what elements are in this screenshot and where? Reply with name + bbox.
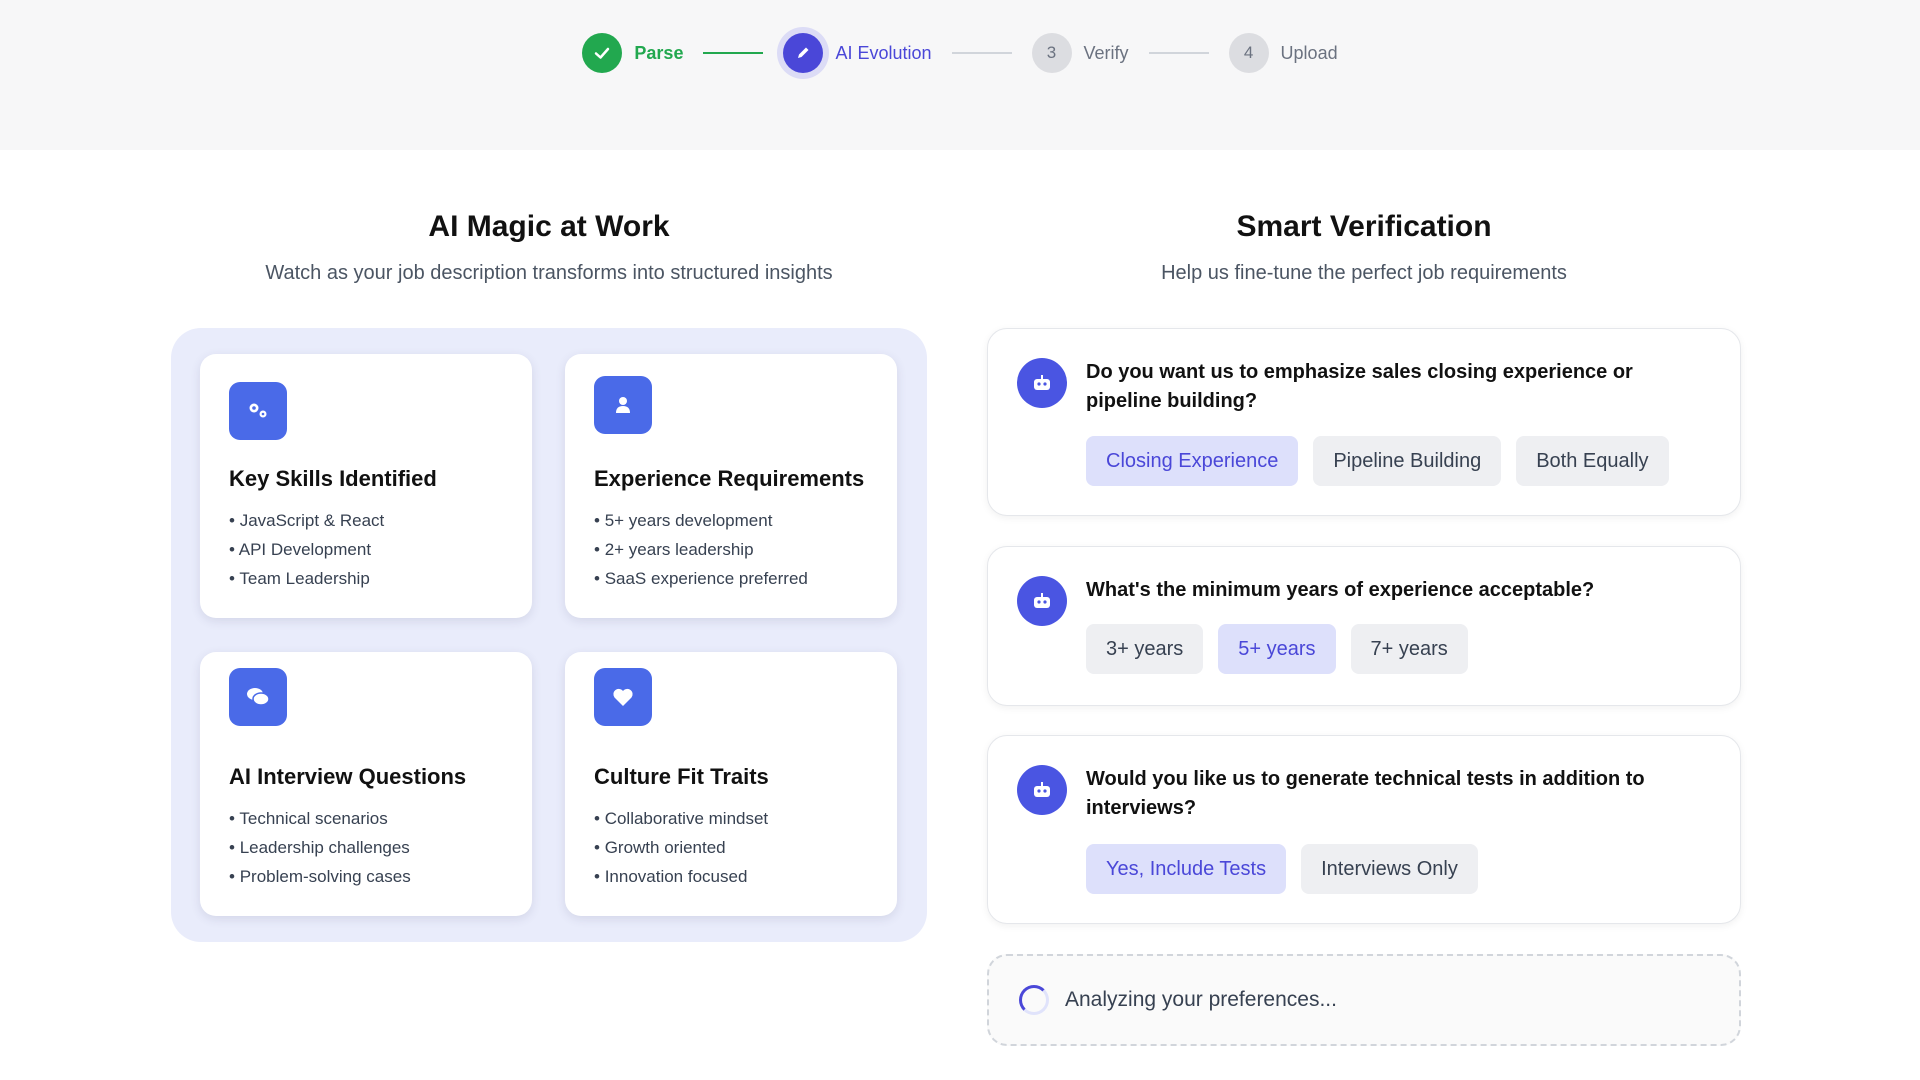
list-item: Technical scenarios [229, 804, 411, 833]
option-button[interactable]: 7+ years [1350, 624, 1468, 674]
option-group: 3+ years 5+ years 7+ years [1086, 624, 1468, 674]
question-text: Would you like us to generate technical … [1086, 768, 1645, 819]
card-list: Technical scenarios Leadership challenge… [229, 804, 411, 891]
question-text: What's the minimum years of experience a… [1086, 579, 1595, 601]
gears-icon [229, 382, 287, 440]
option-button[interactable]: Pipeline Building [1313, 436, 1502, 486]
question-text: Do you want us to emphasize sales closin… [1086, 361, 1633, 412]
robot-icon [1017, 576, 1067, 626]
step-upload[interactable]: 4 Upload [1228, 33, 1338, 73]
card-list: JavaScript & React API Development Team … [229, 506, 385, 593]
list-item: Team Leadership [229, 564, 384, 593]
card-title: Experience Requirements [594, 466, 865, 491]
chat-bubbles-icon [229, 668, 287, 726]
step-label: Upload [1280, 42, 1338, 63]
option-button[interactable]: Interviews Only [1301, 844, 1478, 894]
left-section-title: AI Magic at Work [428, 210, 670, 243]
step-number: 4 [1228, 33, 1269, 73]
step-parse[interactable]: Parse [582, 33, 683, 73]
status-text: Analyzing your preferences... [1065, 988, 1337, 1011]
list-item: Collaborative mindset [594, 804, 768, 833]
list-item: Innovation focused [594, 862, 768, 891]
list-item: JavaScript & React [229, 506, 385, 535]
step-label: Verify [1083, 42, 1129, 63]
card-title: AI Interview Questions [229, 764, 467, 789]
insight-card-culture: Culture Fit Traits Collaborative mindset… [565, 652, 897, 916]
robot-icon [1017, 358, 1067, 408]
option-button[interactable]: 3+ years [1086, 624, 1204, 674]
card-list: 5+ years development 2+ years leadership… [594, 506, 808, 593]
option-group: Closing Experience Pipeline Building Bot… [1086, 436, 1669, 486]
list-item: 2+ years leadership [594, 535, 808, 564]
card-list: Collaborative mindset Growth oriented In… [594, 804, 768, 891]
list-item: 5+ years development [594, 506, 808, 535]
option-button[interactable]: Both Equally [1516, 436, 1669, 486]
left-section-subtitle: Watch as your job description transforms… [265, 262, 833, 284]
progress-stepper: Parse AI Evolution 3 Verify 4 Upload [0, 0, 1920, 106]
option-button[interactable]: Yes, Include Tests [1086, 844, 1287, 894]
insights-panel: Key Skills Identified JavaScript & React… [171, 328, 927, 942]
step-connector [951, 52, 1012, 54]
spinner-icon [1019, 985, 1049, 1015]
card-title: Key Skills Identified [229, 466, 437, 491]
option-button[interactable]: 5+ years [1218, 624, 1336, 674]
option-button[interactable]: Closing Experience [1086, 436, 1299, 486]
robot-icon [1017, 765, 1067, 815]
insight-card-experience: Experience Requirements 5+ years develop… [565, 354, 897, 618]
step-verify[interactable]: 3 Verify [1031, 33, 1129, 73]
insight-card-interview: AI Interview Questions Technical scenari… [200, 652, 532, 916]
insight-card-skills: Key Skills Identified JavaScript & React… [200, 354, 532, 618]
question-card: What's the minimum years of experience a… [987, 546, 1741, 706]
heart-icon [594, 668, 652, 726]
pencil-icon [783, 33, 824, 73]
step-connector [703, 52, 764, 54]
person-icon [594, 376, 652, 434]
question-card: Do you want us to emphasize sales closin… [987, 328, 1741, 516]
question-card: Would you like us to generate technical … [987, 735, 1741, 924]
card-title: Culture Fit Traits [594, 764, 769, 789]
step-connector [1148, 52, 1209, 54]
list-item: API Development [229, 535, 384, 564]
right-section-title: Smart Verification [1236, 210, 1492, 243]
check-icon [582, 33, 623, 73]
step-label: Parse [634, 42, 684, 63]
step-number: 3 [1031, 33, 1072, 73]
step-ai-evolution[interactable]: AI Evolution [783, 33, 932, 73]
step-label: AI Evolution [835, 42, 932, 63]
list-item: Leadership challenges [229, 833, 411, 862]
option-group: Yes, Include Tests Interviews Only [1086, 844, 1478, 894]
right-section-subtitle: Help us fine-tune the perfect job requir… [1161, 262, 1567, 284]
analyzing-status: Analyzing your preferences... [987, 954, 1741, 1046]
list-item: Growth oriented [594, 833, 768, 862]
list-item: SaaS experience preferred [594, 564, 808, 593]
list-item: Problem-solving cases [229, 862, 411, 891]
